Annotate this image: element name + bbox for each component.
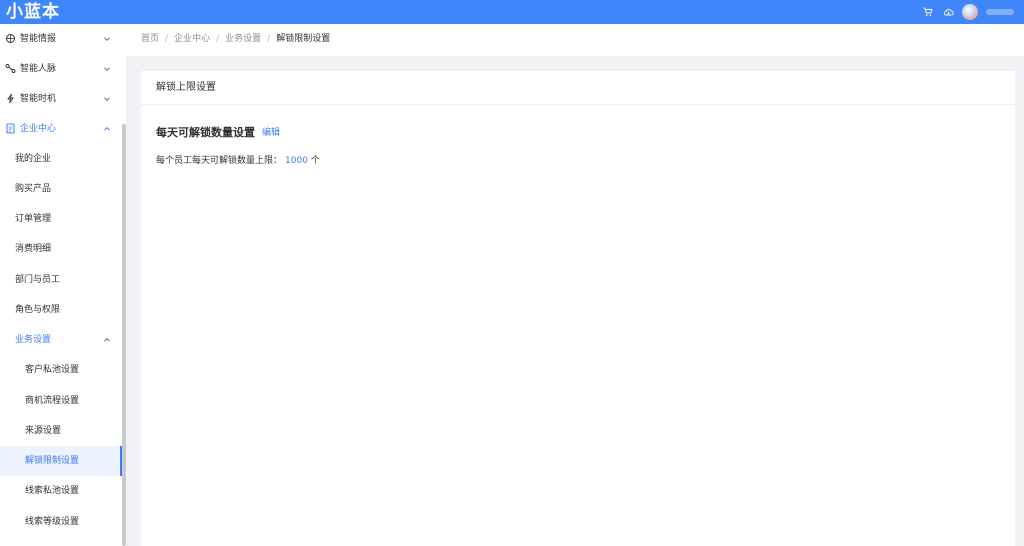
page-title: 解锁上限设置: [156, 82, 216, 93]
unlock-limit-card: 解锁上限设置 每天可解锁数量设置 编辑 每个员工每天可解锁数量上限： 1000 …: [141, 71, 1015, 546]
sidebar-item-roles[interactable]: 角色与权限: [0, 295, 122, 325]
sidebar-item-customer-pool[interactable]: 客户私池设置: [0, 355, 122, 385]
sidebar-item-label: 角色与权限: [15, 305, 61, 315]
sidebar-item-opportunity-flow[interactable]: 商机流程设置: [0, 386, 122, 416]
sidebar-item-label: 智能人脉: [20, 64, 57, 74]
breadcrumb-home[interactable]: 首页: [141, 24, 159, 54]
breadcrumb-separator: /: [216, 34, 220, 44]
limit-row: 每个员工每天可解锁数量上限： 1000 个: [156, 153, 320, 169]
card-header: 解锁上限设置: [141, 71, 1015, 105]
sidebar-item-departments[interactable]: 部门与员工: [0, 265, 122, 295]
sidebar-item-unlock-limit[interactable]: 解锁限制设置: [0, 446, 122, 476]
sidebar-item-label: 企业中心: [20, 124, 57, 134]
sidebar-item-label: 线索等级设置: [25, 517, 80, 527]
sidebar-item-orders[interactable]: 订单管理: [0, 204, 122, 234]
chevron-up-icon: [104, 126, 110, 131]
sidebar: 智能情报 智能人脉 智能时机 企业中心 我的企业 购买产品 订单管理 消费明细 …: [0, 24, 126, 546]
limit-label: 每个员工每天可解锁数量上限：: [156, 156, 283, 166]
document-icon: [6, 123, 15, 134]
sidebar-item-label: 客户私池设置: [25, 365, 80, 375]
chevron-down-icon: [104, 97, 110, 102]
sidebar-item-contacts[interactable]: 智能人脉: [0, 54, 122, 84]
sidebar-item-label: 我的企业: [15, 154, 52, 164]
sidebar-item-my-enterprise[interactable]: 我的企业: [0, 144, 122, 174]
cart-icon[interactable]: [922, 6, 934, 18]
breadcrumb-business-settings[interactable]: 业务设置: [225, 24, 261, 54]
lightning-icon: [7, 93, 14, 104]
app-logo[interactable]: 小蓝本: [6, 1, 60, 23]
top-bar: 小蓝本: [0, 0, 1024, 24]
chevron-down-icon: [104, 67, 110, 72]
sidebar-item-label: 智能情报: [20, 34, 57, 44]
sidebar-item-label: 部门与员工: [15, 275, 61, 285]
sidebar-item-label: 来源设置: [25, 426, 62, 436]
sidebar-item-label: 业务设置: [15, 335, 52, 345]
breadcrumb-current: 解锁限制设置: [276, 34, 331, 44]
breadcrumb-separator: /: [165, 34, 169, 44]
sidebar-item-timing[interactable]: 智能时机: [0, 84, 122, 114]
sidebar-item-label: 消费明细: [15, 244, 52, 254]
limit-unit: 个: [310, 156, 320, 166]
cloud-icon[interactable]: [942, 6, 954, 18]
section-title: 每天可解锁数量设置: [156, 126, 255, 139]
sidebar-item-business-settings[interactable]: 业务设置: [0, 325, 122, 355]
sidebar-item-label: 订单管理: [15, 214, 52, 224]
sidebar-item-buy-product[interactable]: 购买产品: [0, 174, 122, 204]
top-icons: [922, 0, 1014, 24]
sidebar-item-label: 购买产品: [15, 184, 52, 194]
chevron-up-icon: [104, 337, 110, 342]
sidebar-item-label: 商机流程设置: [25, 396, 80, 406]
username-label[interactable]: [986, 9, 1014, 15]
chevron-down-icon: [104, 37, 110, 42]
sidebar-item-source[interactable]: 来源设置: [0, 416, 122, 446]
breadcrumb-enterprise[interactable]: 企业中心: [174, 24, 210, 54]
limit-value: 1000: [285, 156, 308, 166]
sidebar-item-lead-pool[interactable]: 线索私池设置: [0, 476, 122, 506]
sidebar-item-consumption[interactable]: 消费明细: [0, 234, 122, 264]
breadcrumb: 首页 / 企业中心 / 业务设置 / 解锁限制设置: [141, 24, 330, 54]
sidebar-item-enterprise[interactable]: 企业中心: [0, 114, 122, 144]
sidebar-scrollbar[interactable]: [122, 124, 126, 546]
breadcrumb-separator: /: [267, 34, 271, 44]
radar-icon: [6, 34, 15, 43]
edit-button[interactable]: 编辑: [262, 125, 280, 141]
avatar[interactable]: [962, 4, 978, 20]
network-icon: [5, 64, 16, 73]
sidebar-item-label: 智能时机: [20, 94, 57, 104]
breadcrumb-bar: 首页 / 企业中心 / 业务设置 / 解锁限制设置: [126, 24, 1024, 56]
sidebar-item-label: 解锁限制设置: [25, 456, 80, 466]
sidebar-item-label: 线索私池设置: [25, 486, 80, 496]
sidebar-item-lead-level[interactable]: 线索等级设置: [0, 507, 122, 537]
sidebar-item-intel[interactable]: 智能情报: [0, 24, 122, 54]
